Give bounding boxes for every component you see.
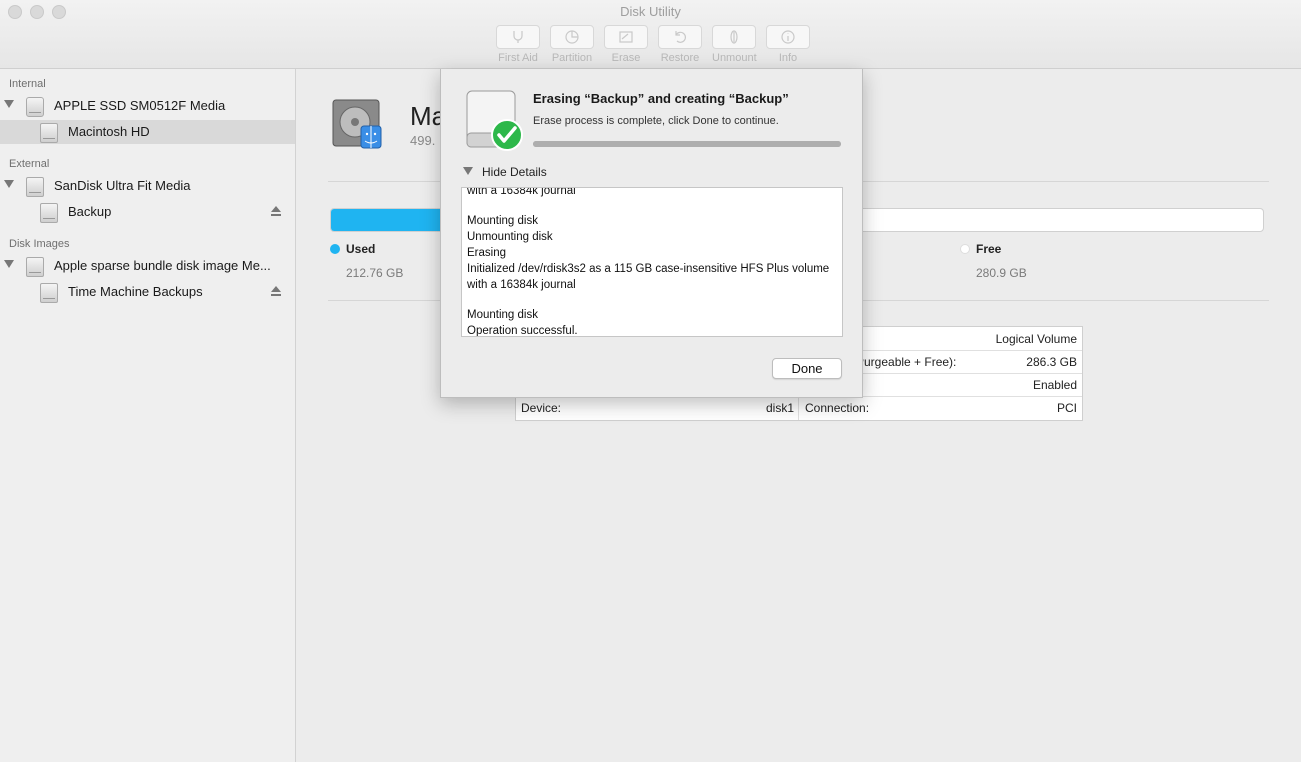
log-line: Mounting disk [467,215,538,227]
used-label: Used [346,242,376,256]
pie-chart-icon [565,30,579,44]
available-value: 286.3 GB [1026,355,1077,369]
stethoscope-icon [513,31,523,43]
drive-success-icon [466,90,523,151]
owners-value: Enabled [1032,378,1077,392]
table-row: Device: disk1 Connection: PCI [516,396,1082,419]
volume-icon [40,203,58,223]
sidebar-item-label: Apple sparse bundle disk image Me... [54,258,271,273]
available-label: Purgeable + Free): [856,355,957,369]
first-aid-button[interactable]: First Aid [496,25,540,64]
sidebar-item-label: APPLE SSD SM0512F Media [54,98,226,113]
external-disk-icon [26,177,44,197]
window-title: Disk Utility [620,4,681,19]
unmount-icon [730,30,738,44]
used-dot-icon [330,244,340,254]
volume-icon [40,283,58,303]
log-line: with a 16384k journal [467,187,576,197]
sidebar-item-macintosh-hd[interactable]: Macintosh HD [0,120,295,144]
device-value: disk1 [766,401,795,415]
disk-image-icon [26,257,44,277]
unmount-label: Unmount [712,52,757,64]
log-line: Mounting disk [467,309,538,321]
free-label: Free [976,242,1002,256]
sidebar-item-label: SanDisk Ultra Fit Media [54,178,191,193]
dialog-message: Erase process is complete, click Done to… [533,115,779,127]
info-label: Info [778,52,798,64]
free-dot-icon [960,244,970,254]
sidebar-item-label: Backup [68,204,112,219]
sidebar-section-external: External [9,158,50,170]
eraser-icon [619,31,633,43]
sidebar-item-time-machine[interactable]: Time Machine Backups [0,280,295,304]
restore-arrow-icon [675,31,686,43]
restore-button[interactable]: Restore [658,25,702,64]
volume-type-value: Logical Volume [995,332,1077,346]
info-icon [781,30,795,44]
hide-details-label: Hide Details [482,165,547,179]
connection-value: PCI [1056,401,1077,415]
partition-button[interactable]: Partition [550,25,594,64]
log-line: Unmounting disk [467,231,553,243]
device-label: Device: [521,401,562,415]
log-line: with a 16384k journal [467,279,576,291]
toolbar: First Aid Partition Erase Restore Unmoun… [496,25,810,64]
sidebar-section-internal: Internal [9,78,46,90]
log-lines: with a 16384k journal Mounting disk Unmoun… [467,187,837,337]
sidebar-section-disk-images: Disk Images [9,238,70,250]
sidebar-item-sandisk[interactable]: SanDisk Ultra Fit Media [0,174,295,198]
done-button[interactable]: Done [772,358,842,379]
log-line: Initialized /dev/rdisk3s2 as a 115 GB ca… [467,263,830,275]
details-log[interactable]: with a 16384k journal Mounting disk Unmoun… [461,187,843,337]
used-value: 212.76 GB [346,266,404,280]
used-legend: Used 212.76 GB [330,242,403,280]
sidebar: Internal APPLE SSD SM0512F Media Macinto… [0,69,296,762]
eject-icon[interactable] [271,286,281,296]
connection-label: Connection: [805,401,870,415]
erase-label: Erase [611,52,641,64]
info-button[interactable]: Info [766,25,810,64]
disclosure-triangle-icon[interactable] [4,260,14,268]
sidebar-item-sparse-bundle[interactable]: Apple sparse bundle disk image Me... [0,254,295,278]
erase-button[interactable]: Erase [604,25,648,64]
free-value: 280.9 GB [976,266,1027,280]
disclosure-triangle-icon[interactable] [463,167,473,175]
progress-bar [533,141,841,147]
sidebar-item-apple-ssd[interactable]: APPLE SSD SM0512F Media [0,94,295,118]
sidebar-item-backup[interactable]: Backup [0,200,295,224]
hide-details-toggle[interactable]: Hide Details [463,165,547,179]
unmount-button[interactable]: Unmount [712,25,757,64]
device-subtitle: 499. [410,133,436,148]
log-line: Operation successful. [467,325,578,337]
progress-fill [533,141,841,147]
disclosure-triangle-icon[interactable] [4,100,14,108]
volume-icon [40,123,58,143]
window-titlebar: Disk Utility First Aid Partition Erase R… [0,0,1301,69]
disclosure-triangle-icon[interactable] [4,180,14,188]
sidebar-item-label: Time Machine Backups [68,284,203,299]
partition-label: Partition [551,52,593,64]
hard-drive-finder-icon [332,99,382,149]
internal-disk-icon [26,97,44,117]
sidebar-item-label: Macintosh HD [68,124,150,139]
erase-dialog: Erasing “Backup” and creating “Backup” E… [440,69,863,398]
restore-label: Restore [660,52,700,64]
first-aid-label: First Aid [498,52,538,64]
eject-icon[interactable] [271,206,281,216]
free-legend: Free 280.9 GB [960,242,1027,280]
dialog-title: Erasing “Backup” and creating “Backup” [533,91,789,106]
log-line: Erasing [467,247,506,259]
